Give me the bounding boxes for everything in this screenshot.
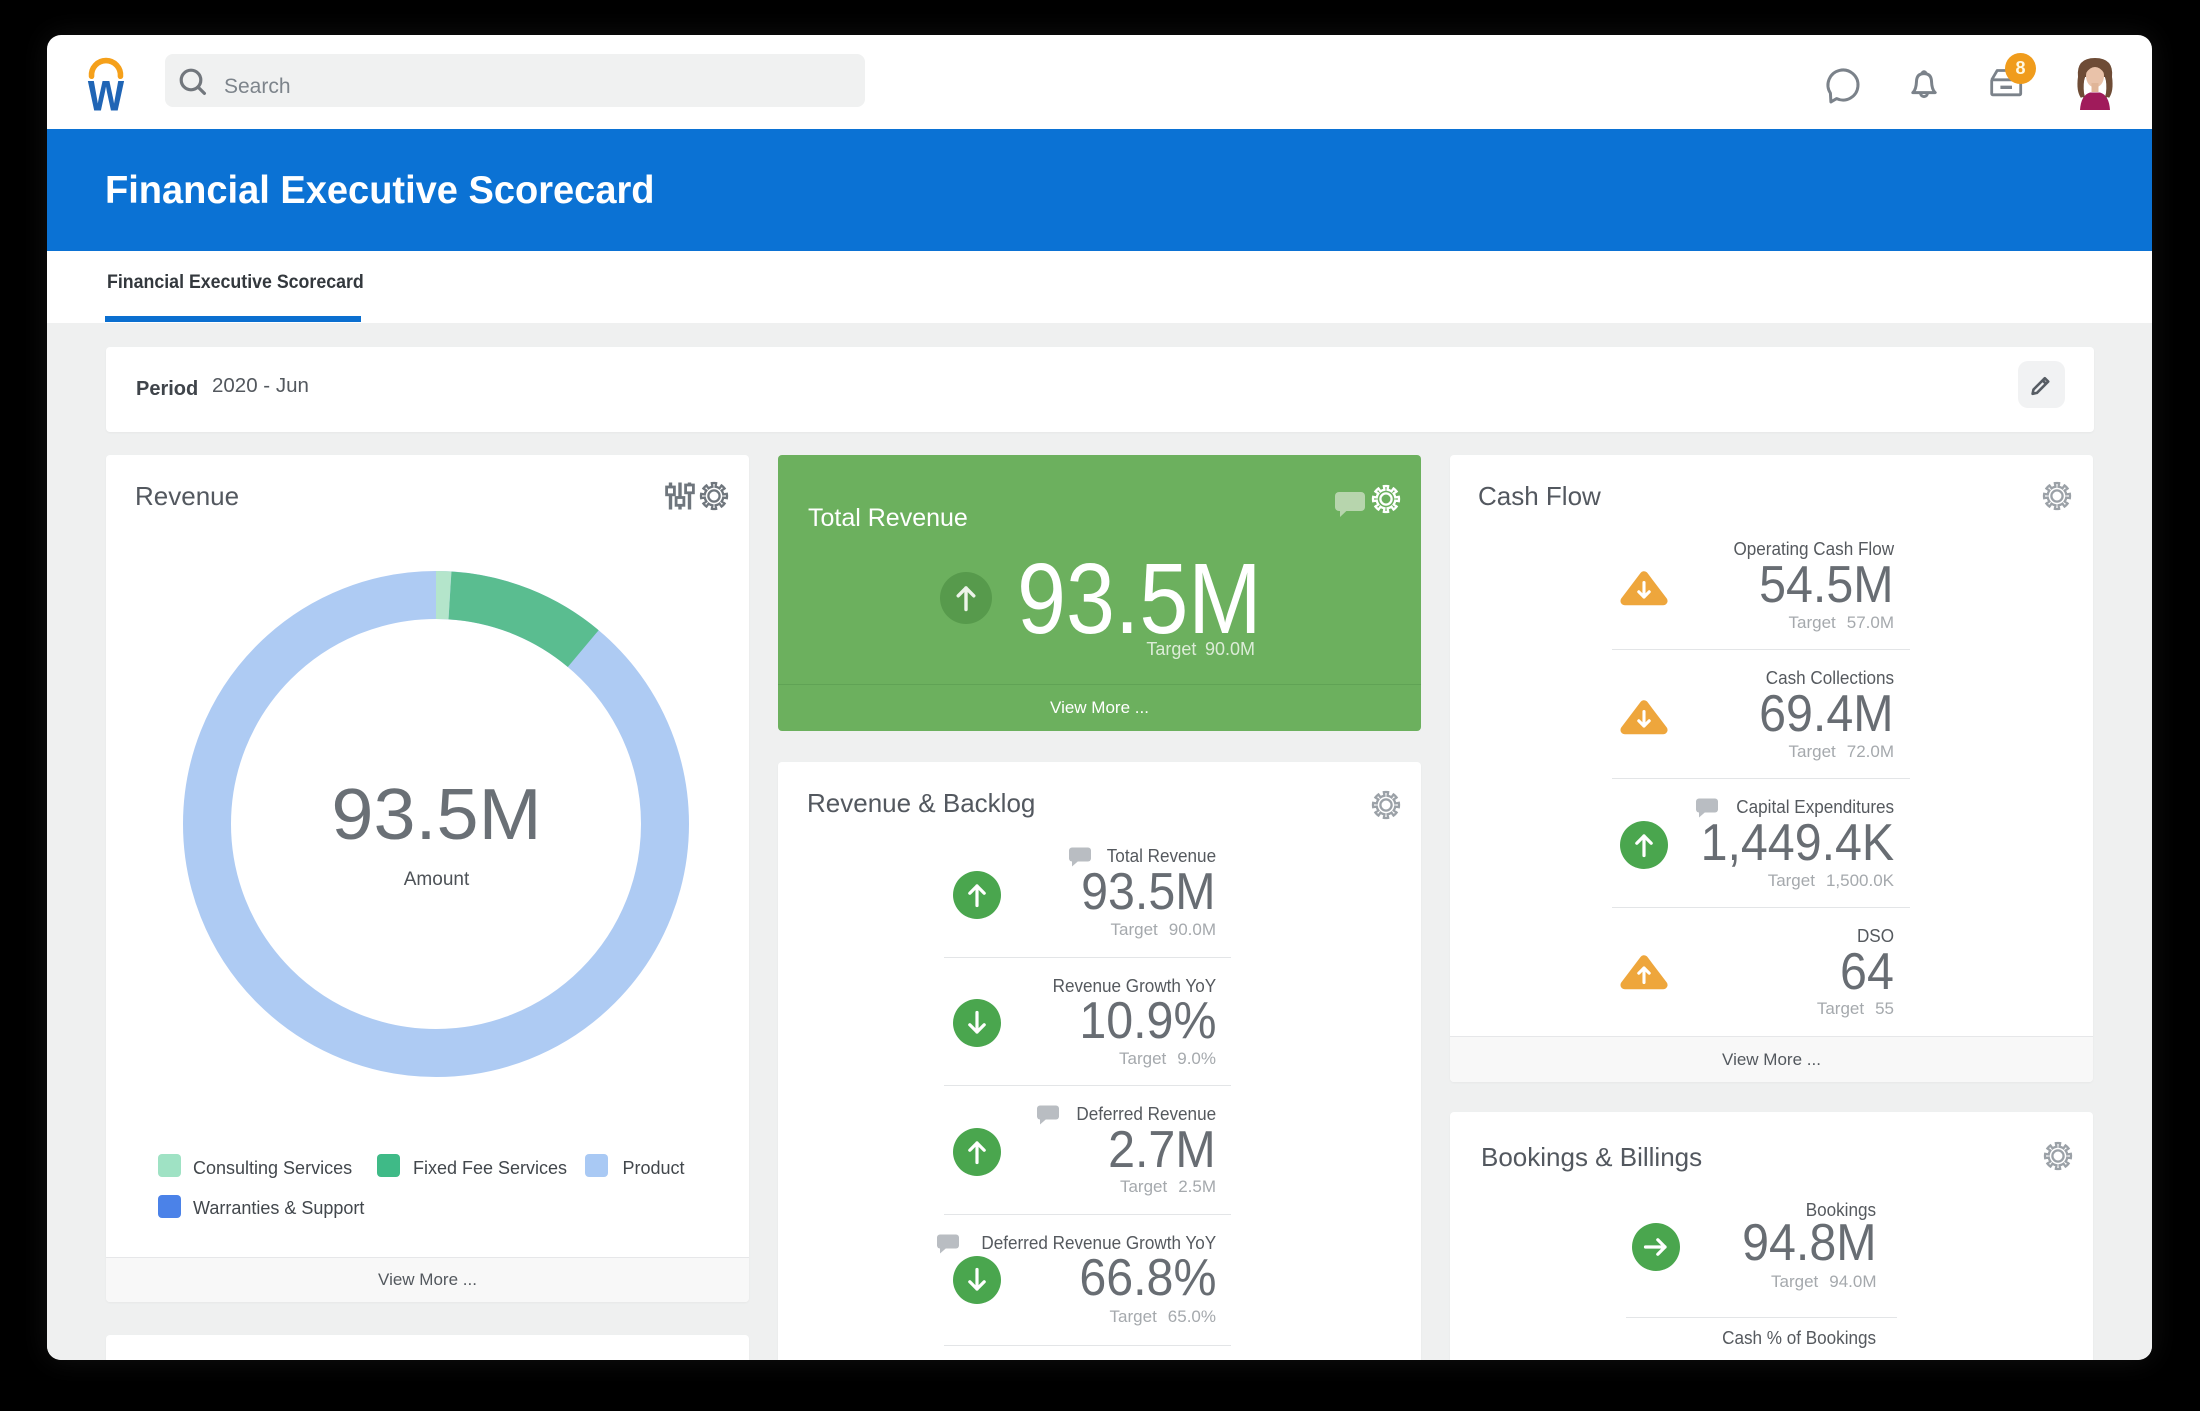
svg-text:w: w: [87, 60, 124, 114]
